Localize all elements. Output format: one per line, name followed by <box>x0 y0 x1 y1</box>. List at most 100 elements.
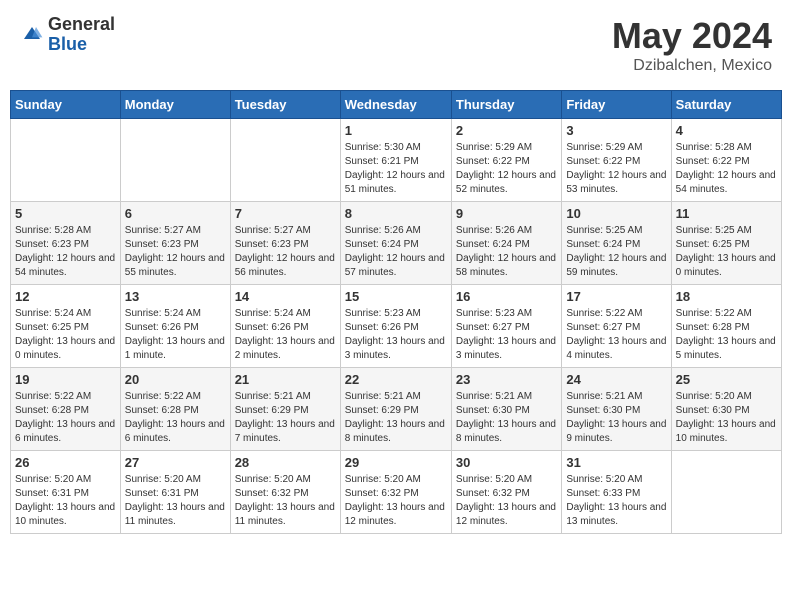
title-area: May 2024 Dzibalchen, Mexico <box>612 15 772 75</box>
day-number: 20 <box>125 372 226 387</box>
calendar-cell: 15Sunrise: 5:23 AM Sunset: 6:26 PM Dayli… <box>340 285 451 368</box>
day-info: Sunrise: 5:29 AM Sunset: 6:22 PM Dayligh… <box>566 141 666 197</box>
day-number: 6 <box>125 206 226 221</box>
day-info: Sunrise: 5:21 AM Sunset: 6:30 PM Dayligh… <box>456 390 557 446</box>
calendar-cell: 26 Sunrise: 5:20 AM Sunset: 6:31 PM Dayli… <box>11 451 121 534</box>
day-info: Sunrise: 5:28 AM Sunset: 6:23 PM Dayligh… <box>15 224 116 280</box>
calendar-cell <box>120 119 230 202</box>
calendar-cell: 21Sunrise: 5:21 AM Sunset: 6:29 PM Dayli… <box>230 368 340 451</box>
day-number: 27 <box>125 455 226 470</box>
calendar-cell: 28Sunrise: 5:20 AM Sunset: 6:32 PM Dayli… <box>230 451 340 534</box>
day-info: Sunrise: 5:24 AM Sunset: 6:25 PM Dayligh… <box>15 307 116 363</box>
day-number: 21 <box>235 372 336 387</box>
weekday-header-saturday: Saturday <box>671 91 781 119</box>
calendar-cell: 8 Sunrise: 5:26 AM Sunset: 6:24 PM Daylig… <box>340 202 451 285</box>
day-number: 30 <box>456 455 557 470</box>
location-subtitle: Dzibalchen, Mexico <box>612 57 772 75</box>
calendar-cell: 7Sunrise: 5:27 AM Sunset: 6:23 PM Daylig… <box>230 202 340 285</box>
day-number: 26 <box>15 455 116 470</box>
logo: General Blue <box>20 15 115 55</box>
calendar-week-row: 26 Sunrise: 5:20 AM Sunset: 6:31 PM Dayli… <box>11 451 782 534</box>
calendar-body: 1 Sunrise: 5:30 AM Sunset: 6:21 PM Daylig… <box>11 119 782 534</box>
day-info: Sunrise: 5:26 AM Sunset: 6:24 PM Dayligh… <box>456 224 557 280</box>
calendar-week-row: 5Sunrise: 5:28 AM Sunset: 6:23 PM Daylig… <box>11 202 782 285</box>
calendar-cell: 9Sunrise: 5:26 AM Sunset: 6:24 PM Daylig… <box>451 202 561 285</box>
day-info: Sunrise: 5:27 AM Sunset: 6:23 PM Dayligh… <box>235 224 336 280</box>
day-number: 14 <box>235 289 336 304</box>
day-info: Sunrise: 5:26 AM Sunset: 6:24 PM Dayligh… <box>345 224 447 280</box>
day-info: Sunrise: 5:24 AM Sunset: 6:26 PM Dayligh… <box>125 307 226 363</box>
weekday-header-wednesday: Wednesday <box>340 91 451 119</box>
day-number: 23 <box>456 372 557 387</box>
day-info: Sunrise: 5:24 AM Sunset: 6:26 PM Dayligh… <box>235 307 336 363</box>
day-number: 16 <box>456 289 557 304</box>
day-info: Sunrise: 5:20 AM Sunset: 6:31 PM Dayligh… <box>15 473 116 529</box>
weekday-header-thursday: Thursday <box>451 91 561 119</box>
calendar-cell: 2Sunrise: 5:29 AM Sunset: 6:22 PM Daylig… <box>451 119 561 202</box>
day-number: 31 <box>566 455 666 470</box>
day-info: Sunrise: 5:20 AM Sunset: 6:33 PM Dayligh… <box>566 473 666 529</box>
day-number: 13 <box>125 289 226 304</box>
day-info: Sunrise: 5:21 AM Sunset: 6:29 PM Dayligh… <box>345 390 447 446</box>
day-info: Sunrise: 5:21 AM Sunset: 6:30 PM Dayligh… <box>566 390 666 446</box>
calendar-cell: 22 Sunrise: 5:21 AM Sunset: 6:29 PM Dayli… <box>340 368 451 451</box>
weekday-header-sunday: Sunday <box>11 91 121 119</box>
calendar-cell: 29 Sunrise: 5:20 AM Sunset: 6:32 PM Dayli… <box>340 451 451 534</box>
calendar-cell: 14 Sunrise: 5:24 AM Sunset: 6:26 PM Dayli… <box>230 285 340 368</box>
day-info: Sunrise: 5:22 AM Sunset: 6:28 PM Dayligh… <box>676 307 777 363</box>
day-number: 1 <box>345 123 447 138</box>
calendar-cell: 31 Sunrise: 5:20 AM Sunset: 6:33 PM Dayli… <box>562 451 671 534</box>
day-number: 8 <box>345 206 447 221</box>
calendar-cell: 16 Sunrise: 5:23 AM Sunset: 6:27 PM Dayli… <box>451 285 561 368</box>
weekday-header-friday: Friday <box>562 91 671 119</box>
weekday-header-row: SundayMondayTuesdayWednesdayThursdayFrid… <box>11 91 782 119</box>
day-info: Sunrise: 5:27 AM Sunset: 6:23 PM Dayligh… <box>125 224 226 280</box>
calendar-cell: 10Sunrise: 5:25 AM Sunset: 6:24 PM Dayli… <box>562 202 671 285</box>
calendar-cell: 25Sunrise: 5:20 AM Sunset: 6:30 PM Dayli… <box>671 368 781 451</box>
day-number: 22 <box>345 372 447 387</box>
day-info: Sunrise: 5:28 AM Sunset: 6:22 PM Dayligh… <box>676 141 777 197</box>
logo-general-text: General <box>48 15 115 35</box>
calendar-cell: 12 Sunrise: 5:24 AM Sunset: 6:25 PM Dayli… <box>11 285 121 368</box>
day-info: Sunrise: 5:25 AM Sunset: 6:25 PM Dayligh… <box>676 224 777 280</box>
calendar-cell: 5Sunrise: 5:28 AM Sunset: 6:23 PM Daylig… <box>11 202 121 285</box>
calendar-cell: 11 Sunrise: 5:25 AM Sunset: 6:25 PM Dayli… <box>671 202 781 285</box>
calendar-week-row: 19Sunrise: 5:22 AM Sunset: 6:28 PM Dayli… <box>11 368 782 451</box>
day-number: 12 <box>15 289 116 304</box>
logo-blue-text: Blue <box>48 35 115 55</box>
day-info: Sunrise: 5:30 AM Sunset: 6:21 PM Dayligh… <box>345 141 447 197</box>
calendar-cell <box>230 119 340 202</box>
calendar-cell: 18Sunrise: 5:22 AM Sunset: 6:28 PM Dayli… <box>671 285 781 368</box>
calendar-cell <box>11 119 121 202</box>
calendar-cell: 30 Sunrise: 5:20 AM Sunset: 6:32 PM Dayli… <box>451 451 561 534</box>
calendar-cell: 23 Sunrise: 5:21 AM Sunset: 6:30 PM Dayli… <box>451 368 561 451</box>
day-number: 4 <box>676 123 777 138</box>
calendar-cell: 4 Sunrise: 5:28 AM Sunset: 6:22 PM Daylig… <box>671 119 781 202</box>
day-info: Sunrise: 5:23 AM Sunset: 6:27 PM Dayligh… <box>456 307 557 363</box>
logo-text: General Blue <box>48 15 115 55</box>
calendar-header: SundayMondayTuesdayWednesdayThursdayFrid… <box>11 91 782 119</box>
day-info: Sunrise: 5:20 AM Sunset: 6:32 PM Dayligh… <box>456 473 557 529</box>
calendar-cell: 24 Sunrise: 5:21 AM Sunset: 6:30 PM Dayli… <box>562 368 671 451</box>
calendar-cell: 6 Sunrise: 5:27 AM Sunset: 6:23 PM Daylig… <box>120 202 230 285</box>
page-header: General Blue May 2024 Dzibalchen, Mexico <box>10 10 782 80</box>
month-year-title: May 2024 <box>612 15 772 57</box>
day-info: Sunrise: 5:22 AM Sunset: 6:28 PM Dayligh… <box>125 390 226 446</box>
calendar-cell: 3Sunrise: 5:29 AM Sunset: 6:22 PM Daylig… <box>562 119 671 202</box>
calendar-week-row: 1 Sunrise: 5:30 AM Sunset: 6:21 PM Daylig… <box>11 119 782 202</box>
calendar-cell: 13 Sunrise: 5:24 AM Sunset: 6:26 PM Dayli… <box>120 285 230 368</box>
day-info: Sunrise: 5:20 AM Sunset: 6:31 PM Dayligh… <box>125 473 226 529</box>
day-info: Sunrise: 5:20 AM Sunset: 6:32 PM Dayligh… <box>345 473 447 529</box>
calendar-cell: 19Sunrise: 5:22 AM Sunset: 6:28 PM Dayli… <box>11 368 121 451</box>
day-info: Sunrise: 5:25 AM Sunset: 6:24 PM Dayligh… <box>566 224 666 280</box>
calendar-cell: 20 Sunrise: 5:22 AM Sunset: 6:28 PM Dayli… <box>120 368 230 451</box>
calendar-cell <box>671 451 781 534</box>
day-number: 2 <box>456 123 557 138</box>
calendar-table: SundayMondayTuesdayWednesdayThursdayFrid… <box>10 90 782 534</box>
day-number: 11 <box>676 206 777 221</box>
day-info: Sunrise: 5:20 AM Sunset: 6:30 PM Dayligh… <box>676 390 777 446</box>
day-number: 24 <box>566 372 666 387</box>
day-number: 29 <box>345 455 447 470</box>
weekday-header-monday: Monday <box>120 91 230 119</box>
day-info: Sunrise: 5:23 AM Sunset: 6:26 PM Dayligh… <box>345 307 447 363</box>
